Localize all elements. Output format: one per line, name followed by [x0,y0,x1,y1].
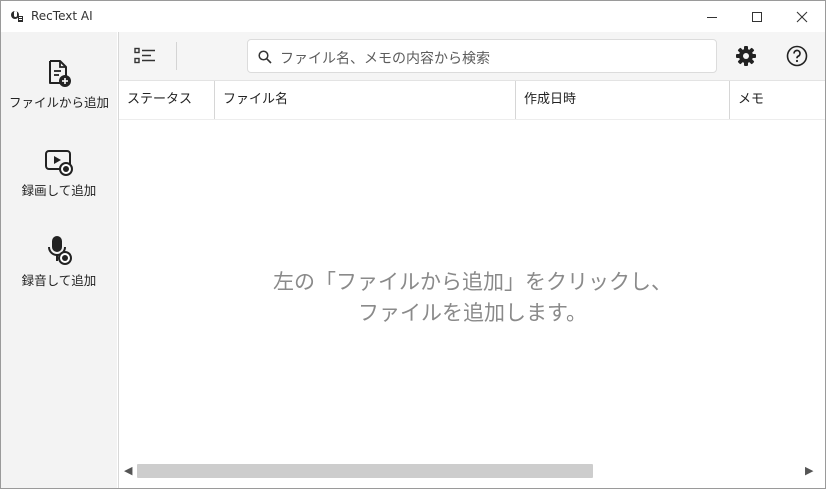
sidebar-item-record-video[interactable]: 録画して追加 [1,148,117,228]
maximize-icon [752,11,762,22]
table-header: ステータス ファイル名 作成日時 メモ [119,81,825,120]
scroll-left-icon[interactable]: ◀ [124,464,132,477]
empty-state-line1: 左の「ファイルから追加」をクリックし、 [273,270,672,294]
search-input[interactable]: ファイル名、メモの内容から検索 [280,48,490,68]
column-header-filename[interactable]: ファイル名 [215,81,515,119]
column-header-memo[interactable]: メモ [730,81,825,119]
gear-icon [736,46,756,66]
main-panel: ファイル名、メモの内容から検索 ステータス ファイル名 作成日時 メモ 左の「フ… [118,32,825,488]
list-view-button[interactable] [131,44,159,68]
list-view-icon [134,47,155,64]
close-icon [796,11,808,22]
video-record-icon [45,150,73,176]
scrollbar-thumb[interactable] [137,464,593,478]
scroll-right-icon[interactable]: ▶ [805,464,813,477]
sidebar-item-record-audio[interactable]: 録音して追加 [1,234,117,314]
sidebar-item-label: ファイルから追加 [8,95,109,110]
sidebar-item-label: 録画して追加 [21,183,97,198]
empty-state-message: 左の「ファイルから追加」をクリックし、 ファイルを追加します。 [119,267,825,329]
help-button[interactable] [785,44,809,68]
title-bar: RecText AI [1,1,825,32]
help-icon [786,45,808,67]
mic-record-icon [48,236,72,265]
minimize-icon [707,16,717,18]
sidebar-item-label: 録音して追加 [21,273,97,288]
search-box[interactable]: ファイル名、メモの内容から検索 [247,39,717,73]
search-icon [258,50,272,64]
column-header-created[interactable]: 作成日時 [516,81,729,119]
column-header-status[interactable]: ステータス [119,81,214,119]
toolbar: ファイル名、メモの内容から検索 [119,32,825,81]
maximize-button[interactable] [734,1,780,32]
sidebar-item-add-file[interactable]: ファイルから追加 [1,58,117,138]
horizontal-scrollbar[interactable]: ◀ ▶ [119,461,825,480]
window-title: RecText AI [31,9,93,23]
minimize-button[interactable] [689,1,735,32]
app-logo-icon [11,11,23,22]
file-add-icon [49,60,71,87]
empty-state-line2: ファイルを追加します。 [358,301,587,325]
toolbar-separator [176,42,177,70]
settings-button[interactable] [734,44,758,68]
app-window: RecText AI ファイルから追加 録画して追加 録音して追加 ファイル名、… [0,0,826,489]
sidebar: ファイルから追加 録画して追加 録音して追加 [1,32,117,488]
close-button[interactable] [779,1,825,32]
